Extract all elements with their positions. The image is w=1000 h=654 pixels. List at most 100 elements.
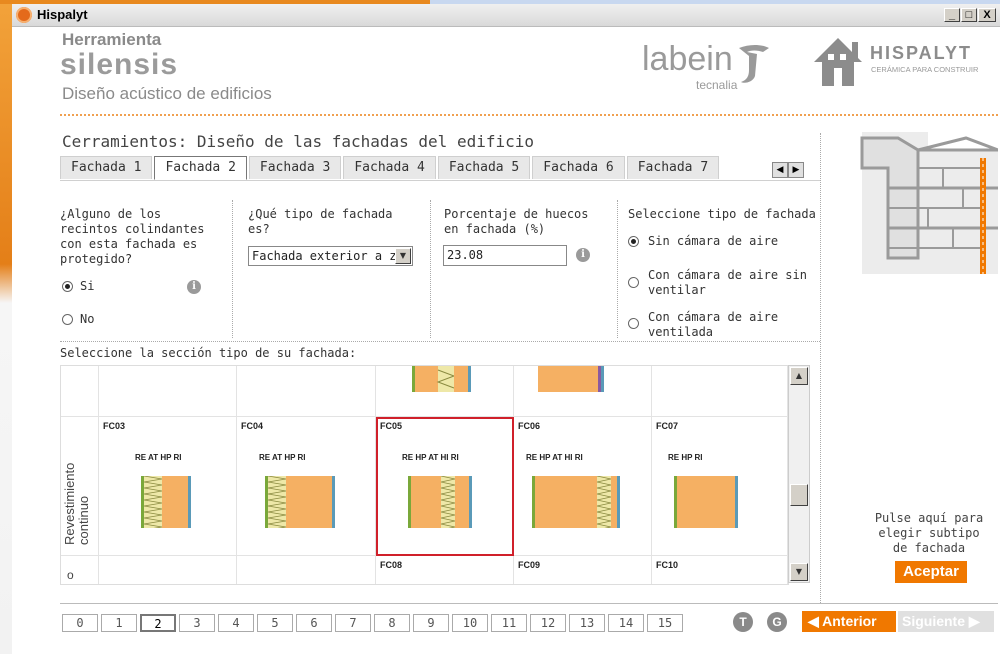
info-icon[interactable]: i	[187, 280, 201, 294]
layer-ri	[735, 476, 738, 528]
grid-row-header: o	[61, 556, 99, 584]
page-button-9[interactable]: 9	[413, 614, 449, 632]
page-button-6[interactable]: 6	[296, 614, 332, 632]
radio-camara-sin-ventilar[interactable]	[628, 277, 639, 288]
page-button-10[interactable]: 10	[452, 614, 488, 632]
page-button-4[interactable]: 4	[218, 614, 254, 632]
window-title: Hispalyt	[37, 7, 88, 22]
question-huecos: Porcentaje de huecos en fachada (%)	[444, 207, 589, 237]
tab-fachada-7[interactable]: Fachada 7	[626, 156, 720, 179]
tab-scroll-left-icon[interactable]: ◀	[772, 162, 788, 178]
window-titlebar[interactable]	[12, 4, 1000, 27]
info-icon[interactable]: i	[576, 248, 590, 262]
grid-row-header: Revestimiento continuo	[61, 417, 99, 556]
scroll-down-icon[interactable]: ▼	[790, 563, 808, 581]
facade-tabs: Fachada 1 Fachada 2 Fachada 3 Fachada 4 …	[60, 156, 721, 180]
grid-cell[interactable]	[237, 366, 376, 417]
layer-labels: RE AT HP RI	[259, 453, 306, 462]
tab-fachada-2[interactable]: Fachada 2	[154, 156, 247, 180]
radio-camara-ventilada[interactable]	[628, 318, 639, 329]
wall-section-icon	[532, 476, 620, 528]
page-button-2[interactable]: 2	[140, 614, 176, 632]
anterior-button[interactable]: ◀ Anterior	[802, 611, 896, 632]
question-line: en fachada (%)	[444, 222, 546, 236]
layer-hp	[677, 476, 735, 528]
grid-cell-fc06[interactable]: FC06 RE HP AT HI RI	[514, 417, 652, 556]
layer-re	[408, 476, 411, 528]
tipo-fachada-select[interactable]: Fachada exterior a z ▼	[248, 246, 413, 266]
layer-hp	[286, 476, 332, 528]
minimize-button[interactable]: _	[944, 8, 960, 22]
grid-cell[interactable]	[514, 366, 652, 417]
header-subtitle: Diseño acústico de edificios	[62, 84, 272, 103]
wall-section-icon	[538, 366, 604, 392]
page-button-11[interactable]: 11	[491, 614, 527, 632]
tab-fachada-1[interactable]: Fachada 1	[60, 156, 153, 179]
radio-sin-camara[interactable]	[628, 236, 639, 247]
hispalyt-logo-icon	[814, 38, 862, 86]
grid-cell[interactable]	[652, 366, 788, 417]
close-button[interactable]: X	[978, 8, 996, 22]
cell-code: FC03	[103, 421, 126, 431]
section-divider	[60, 341, 820, 342]
grid-cell-fc03[interactable]: FC03 RE AT HP RI	[99, 417, 237, 556]
huecos-value: 23.08	[447, 248, 484, 262]
huecos-input[interactable]: 23.08	[443, 245, 567, 266]
scroll-up-icon[interactable]: ▲	[790, 367, 808, 385]
page-button-5[interactable]: 5	[257, 614, 293, 632]
grid-cell[interactable]	[99, 366, 237, 417]
page-button-7[interactable]: 7	[335, 614, 371, 632]
page-button-13[interactable]: 13	[569, 614, 605, 632]
maximize-button[interactable]: □	[961, 8, 977, 22]
aceptar-button[interactable]: Aceptar	[895, 561, 967, 583]
grid-cell-fc07[interactable]: FC07 RE HP RI	[652, 417, 788, 556]
chevron-down-icon[interactable]: ▼	[395, 248, 411, 264]
page-button-8[interactable]: 8	[374, 614, 410, 632]
grid-cell[interactable]	[99, 556, 237, 584]
page-button-3[interactable]: 3	[179, 614, 215, 632]
cell-code: FC06	[518, 421, 541, 431]
layer-hp	[411, 476, 441, 528]
layer-labels: RE HP AT HI RI	[526, 453, 583, 462]
layer-re	[674, 476, 677, 528]
radio-si[interactable]	[62, 281, 73, 292]
tab-fachada-6[interactable]: Fachada 6	[532, 156, 625, 179]
page-button-1[interactable]: 1	[101, 614, 137, 632]
page-button-0[interactable]: 0	[62, 614, 98, 632]
grid-cell[interactable]	[376, 366, 514, 417]
cell-code: FC08	[380, 560, 403, 570]
footer-divider	[60, 603, 998, 604]
header-herramienta: Herramienta	[62, 30, 162, 49]
tab-scroll-right-icon[interactable]: ▶	[788, 162, 804, 178]
grid-scrollbar[interactable]: ▲ ▼	[788, 365, 810, 583]
tab-fachada-3[interactable]: Fachada 3	[248, 156, 342, 179]
grid-cell-fc05[interactable]: FC05 RE HP AT HI RI	[376, 417, 514, 556]
tab-fachada-4[interactable]: Fachada 4	[343, 156, 436, 179]
wall-section-icon	[141, 476, 191, 528]
question-line: ¿Qué tipo de fachada	[248, 207, 393, 221]
scroll-thumb[interactable]	[790, 484, 808, 506]
tab-fachada-5[interactable]: Fachada 5	[437, 156, 531, 179]
grid-cell-fc04[interactable]: FC04 RE AT HP RI	[237, 417, 376, 556]
page-button-15[interactable]: 15	[647, 614, 683, 632]
grid-cell-fc09[interactable]: FC09	[514, 556, 652, 584]
page-button-14[interactable]: 14	[608, 614, 644, 632]
header-divider	[60, 114, 998, 116]
circle-t-button[interactable]: T	[733, 612, 753, 632]
tab-scroll-controls: ◀ ▶	[772, 162, 804, 178]
siguiente-button[interactable]: Siguiente ▶	[898, 611, 994, 632]
row-label-next: o	[67, 568, 74, 582]
grid-cell-fc10[interactable]: FC10	[652, 556, 788, 584]
grid-cell-fc08[interactable]: FC08	[376, 556, 514, 584]
layer-labels: RE AT HP RI	[135, 453, 182, 462]
hispalyt-name: HISPALYT	[870, 43, 973, 63]
labein-swoosh-icon	[739, 45, 769, 83]
page-button-12[interactable]: 12	[530, 614, 566, 632]
tab-baseline	[60, 180, 820, 181]
column-divider	[430, 200, 431, 338]
section-title: Cerramientos: Diseño de las fachadas del…	[62, 132, 535, 151]
grid-cell[interactable]	[237, 556, 376, 584]
radio-no[interactable]	[62, 314, 73, 325]
circle-g-button[interactable]: G	[767, 612, 787, 632]
hint-line: de fachada	[892, 541, 966, 555]
